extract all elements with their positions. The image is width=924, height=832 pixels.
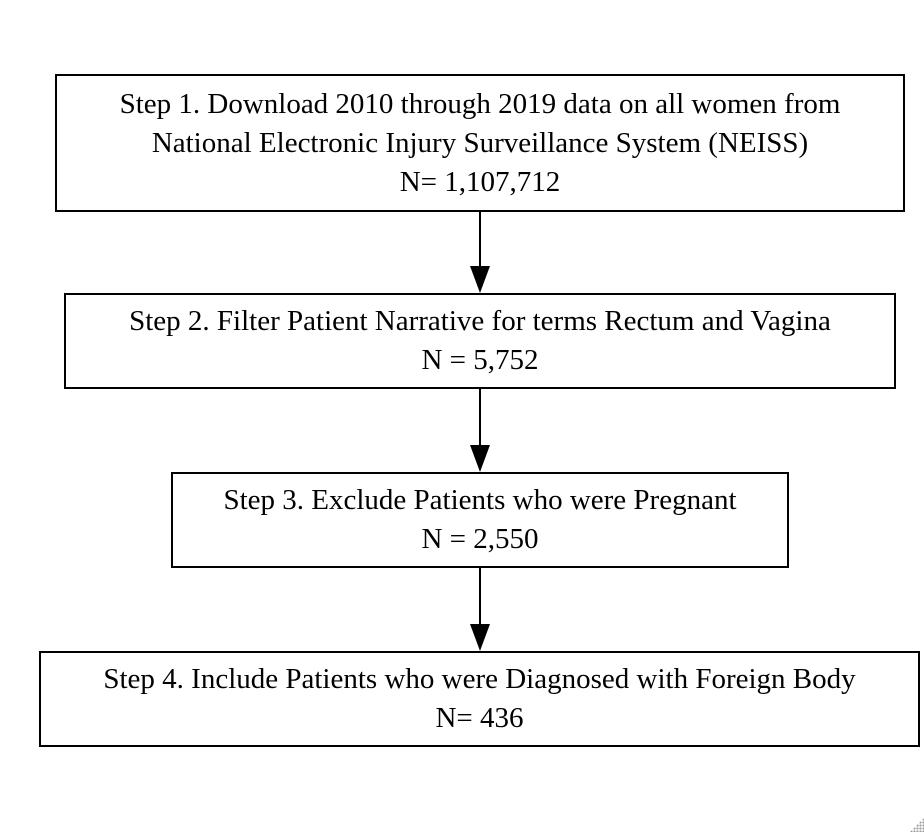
arrow-step2-to-step3 <box>470 389 490 472</box>
step-3-count: N = 2,550 <box>421 523 539 555</box>
arrow-step3-to-step4 <box>470 568 490 651</box>
step-3-description: Step 3. Exclude Patients who were Pregna… <box>223 484 737 516</box>
arrow-step1-to-step2 <box>470 212 490 293</box>
step-2-box: Step 2. Filter Patient Narrative for ter… <box>64 293 896 389</box>
step-2-count: N = 5,752 <box>421 344 539 376</box>
step-1-description-line-1: Step 1. Download 2010 through 2019 data … <box>119 87 841 120</box>
step-4-description: Step 4. Include Patients who were Diagno… <box>103 663 856 695</box>
step-1-count: N= 1,107,712 <box>399 165 561 198</box>
step-3-box: Step 3. Exclude Patients who were Pregna… <box>171 472 789 568</box>
step-4-count: N= 436 <box>435 702 524 734</box>
step-4-box: Step 4. Include Patients who were Diagno… <box>39 651 920 747</box>
step-2-description: Step 2. Filter Patient Narrative for ter… <box>129 305 831 337</box>
step-1-description-line-2: National Electronic Injury Surveillance … <box>151 126 809 159</box>
step-1-box: Step 1. Download 2010 through 2019 data … <box>55 74 905 212</box>
